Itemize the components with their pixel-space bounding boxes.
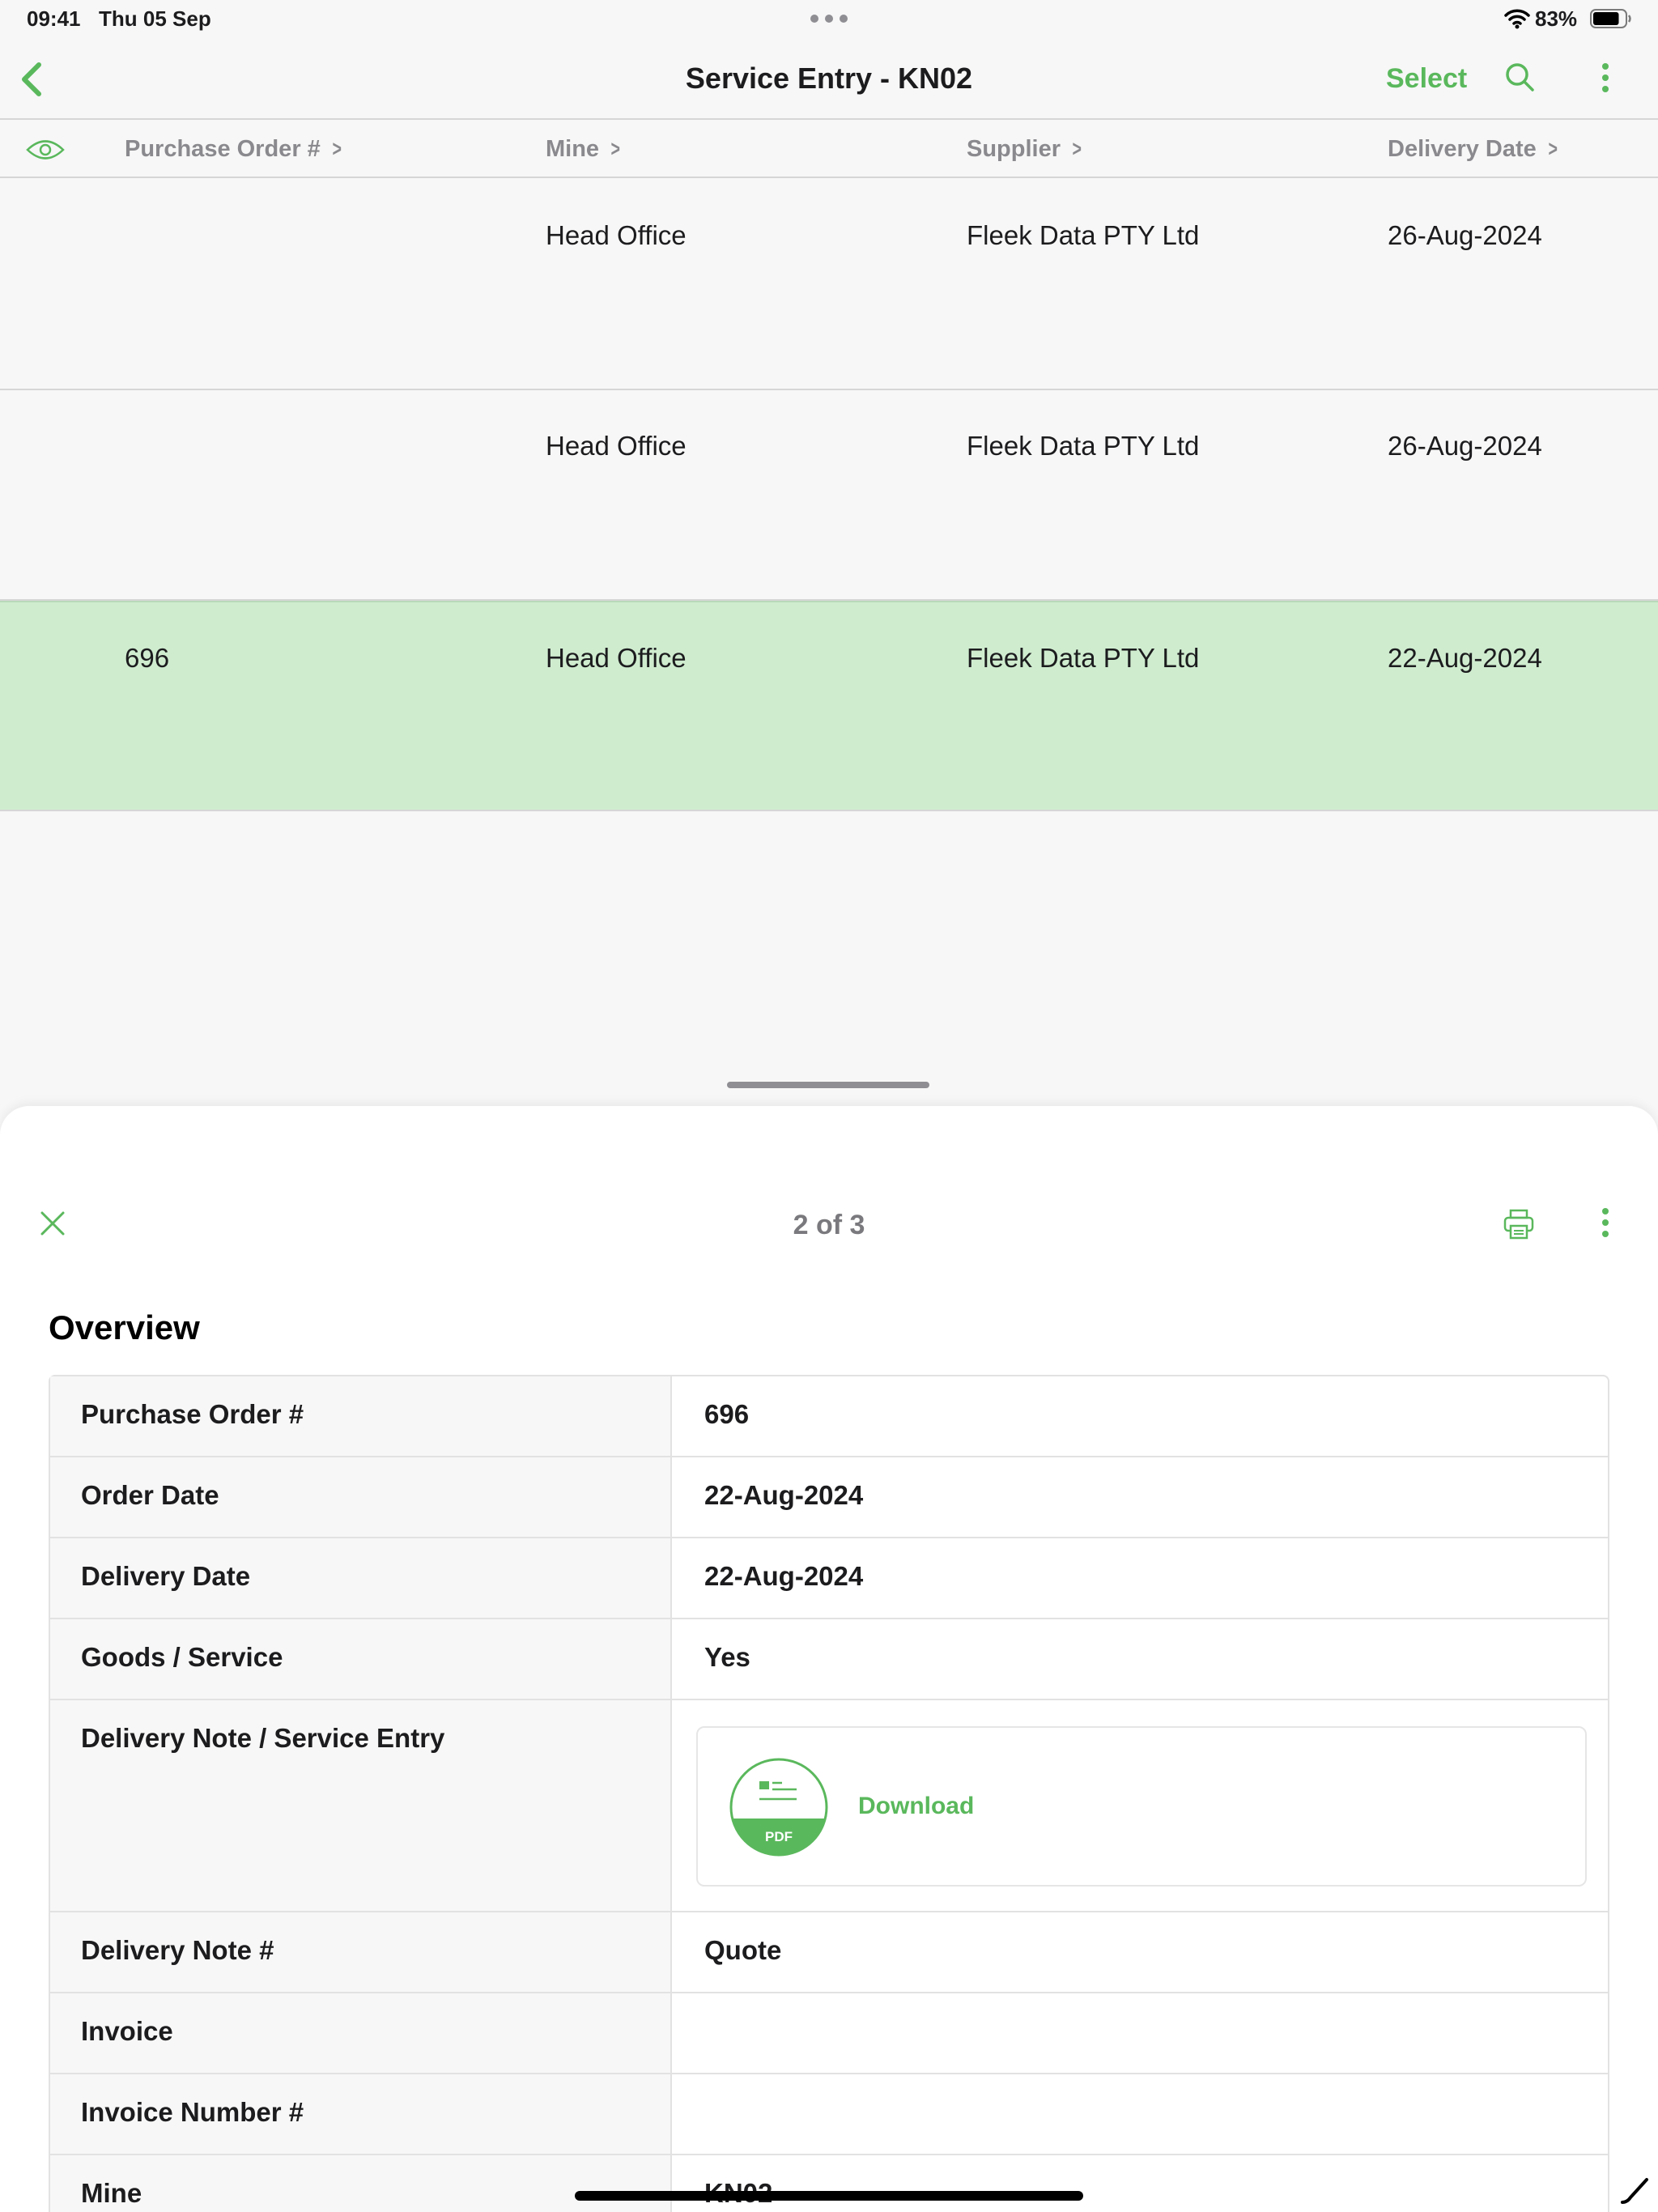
field-label: Order Date	[50, 1457, 672, 1537]
field-value: KN02	[672, 2155, 1608, 2212]
field-row-invoice: Invoice	[50, 1993, 1608, 2074]
field-row-delivery-note-number: Delivery Note # Quote	[50, 1912, 1608, 1993]
field-row-delivery-date: Delivery Date 22-Aug-2024	[50, 1538, 1608, 1619]
column-header-label: Mine	[546, 136, 600, 162]
eye-icon[interactable]	[26, 138, 65, 162]
home-indicator[interactable]	[575, 2191, 1083, 2201]
table-row-selected[interactable]: 696 Head Office Fleek Data PTY Ltd 22-Au…	[0, 601, 1658, 811]
field-value	[672, 1993, 1608, 2073]
field-label: Delivery Note / Service Entry	[50, 1700, 672, 1911]
multitasking-dots-icon[interactable]	[810, 15, 848, 23]
print-icon[interactable]	[1503, 1208, 1535, 1240]
field-label: Mine	[50, 2155, 672, 2212]
pdf-attachment-card[interactable]: PDF Download	[696, 1726, 1587, 1887]
chevron-right-icon: >	[1072, 136, 1082, 161]
column-header-label: Purchase Order #	[125, 136, 321, 162]
field-value-attachment: PDF Download	[672, 1700, 1608, 1911]
cell-purchase-order: 696	[125, 643, 170, 673]
status-bar: 09:41 Thu 05 Sep 83%	[0, 0, 1658, 37]
cell-mine: Head Office	[546, 431, 687, 461]
cell-delivery-date: 26-Aug-2024	[1388, 431, 1542, 461]
field-row-goods-service: Goods / Service Yes	[50, 1619, 1608, 1700]
section-title: Overview	[49, 1308, 200, 1346]
field-row-order-date: Order Date 22-Aug-2024	[50, 1457, 1608, 1538]
select-button[interactable]: Select	[1386, 63, 1467, 95]
field-row-mine: Mine KN02	[50, 2155, 1608, 2212]
overview-table: Purchase Order # 696 Order Date 22-Aug-2…	[49, 1375, 1609, 2212]
download-link[interactable]: Download	[858, 1793, 974, 1820]
field-value	[672, 2074, 1608, 2154]
column-header-supplier[interactable]: Supplier >	[967, 136, 1083, 163]
cell-mine: Head Office	[546, 220, 687, 250]
table-row[interactable]: Head Office Fleek Data PTY Ltd 26-Aug-20…	[0, 180, 1658, 390]
field-label: Invoice Number #	[50, 2074, 672, 2154]
pdf-badge-label: PDF	[765, 1829, 793, 1844]
nav-bar: Service Entry - KN02 Select	[0, 37, 1658, 120]
cell-mine: Head Office	[546, 643, 687, 673]
field-row-delivery-note-service-entry: Delivery Note / Service Entry PDF Downlo…	[50, 1700, 1608, 1912]
field-row-purchase-order: Purchase Order # 696	[50, 1376, 1608, 1457]
column-header-label: Supplier	[967, 136, 1061, 162]
status-time: 09:41	[27, 6, 81, 31]
wifi-icon	[1504, 9, 1530, 29]
detail-sheet: 2 of 3 Overview Purchase Order # 696 Ord…	[0, 1106, 1658, 2212]
table-row[interactable]: Head Office Fleek Data PTY Ltd 26-Aug-20…	[0, 390, 1658, 601]
chevron-right-icon: >	[1548, 136, 1558, 161]
field-value: Quote	[704, 1935, 782, 1965]
search-icon[interactable]	[1504, 62, 1535, 92]
field-label: Purchase Order #	[50, 1376, 672, 1456]
field-value: Yes	[704, 1642, 750, 1672]
field-label: Invoice	[50, 1993, 672, 2073]
cell-supplier: Fleek Data PTY Ltd	[967, 431, 1200, 461]
field-value: 22-Aug-2024	[704, 1480, 864, 1510]
field-label: Delivery Note #	[50, 1912, 672, 1992]
table-header: Purchase Order # > Mine > Supplier > Delive…	[0, 121, 1658, 178]
field-row-invoice-number: Invoice Number #	[50, 2074, 1608, 2155]
table-body: Head Office Fleek Data PTY Ltd 26-Aug-20…	[0, 180, 1658, 811]
column-header-mine[interactable]: Mine >	[546, 136, 622, 163]
battery-icon	[1590, 9, 1631, 28]
field-value: 22-Aug-2024	[704, 1561, 864, 1591]
more-vertical-icon[interactable]	[1593, 1206, 1618, 1239]
sheet-drag-handle[interactable]	[727, 1082, 929, 1088]
field-label: Delivery Date	[50, 1538, 672, 1618]
column-header-purchase-order[interactable]: Purchase Order # >	[125, 136, 343, 163]
battery-percent: 83%	[1535, 6, 1578, 31]
status-date: Thu 05 Sep	[99, 6, 211, 31]
field-value: 696	[704, 1399, 750, 1429]
chevron-right-icon: >	[332, 136, 342, 161]
cell-supplier: Fleek Data PTY Ltd	[967, 643, 1200, 673]
field-label: Goods / Service	[50, 1619, 672, 1699]
chevron-right-icon: >	[610, 136, 620, 161]
pencil-scribble-icon[interactable]	[1619, 2173, 1652, 2206]
pdf-file-icon: PDF	[729, 1758, 828, 1857]
pager-label: 2 of 3	[793, 1210, 865, 1240]
cell-supplier: Fleek Data PTY Ltd	[967, 220, 1200, 250]
more-vertical-icon[interactable]	[1593, 62, 1618, 94]
cell-delivery-date: 26-Aug-2024	[1388, 220, 1542, 250]
column-header-label: Delivery Date	[1388, 136, 1537, 162]
column-header-delivery-date[interactable]: Delivery Date >	[1388, 136, 1559, 163]
cell-delivery-date: 22-Aug-2024	[1388, 643, 1542, 673]
